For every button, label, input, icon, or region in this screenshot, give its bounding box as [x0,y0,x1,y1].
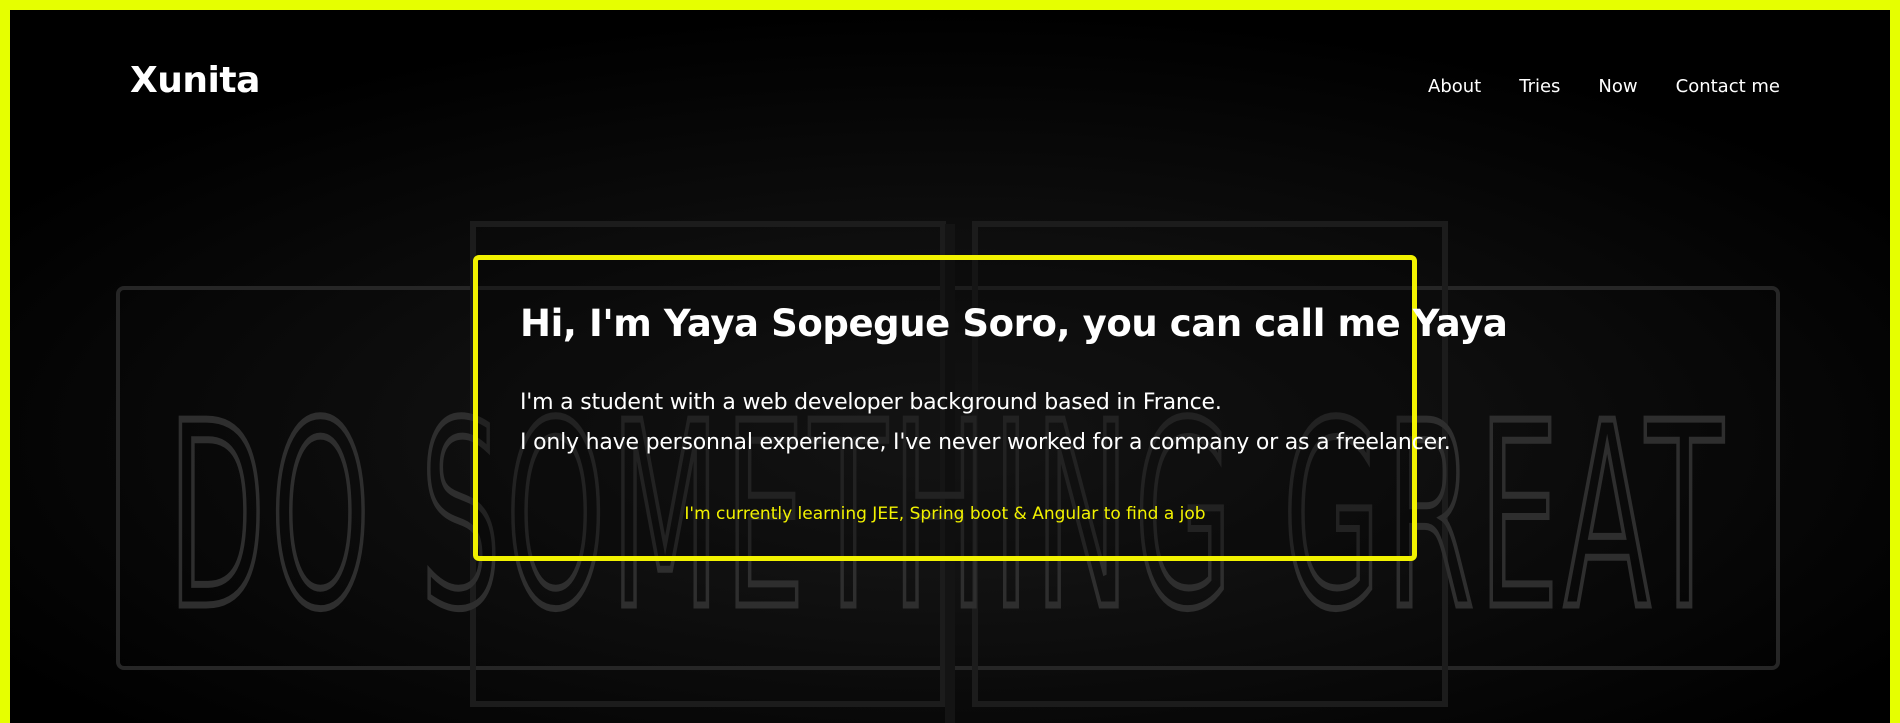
brand-logo[interactable]: Xunita [130,60,260,101]
nav-link-tries[interactable]: Tries [1519,76,1560,97]
page-frame: DO SOMETHING GREAT Xunita About Tries No… [10,10,1890,723]
hero-intro-line-1: I'm a student with a web developer backg… [520,390,1222,415]
navbar: Xunita About Tries Now Contact me [130,54,1790,114]
nav-link-now[interactable]: Now [1598,76,1637,97]
hero-learning-note: I'm currently learning JEE, Spring boot … [684,504,1206,524]
nav-link-about[interactable]: About [1428,76,1481,97]
nav-links: About Tries Now Contact me [1390,76,1780,97]
hero-card: Hi, I'm Yaya Sopegue Soro, you can call … [473,255,1508,561]
nav-link-contact[interactable]: Contact me [1676,76,1780,97]
hero-title: Hi, I'm Yaya Sopegue Soro, you can call … [520,302,1508,345]
hero-intro-line-2: I only have personnal experience, I've n… [520,430,1451,455]
